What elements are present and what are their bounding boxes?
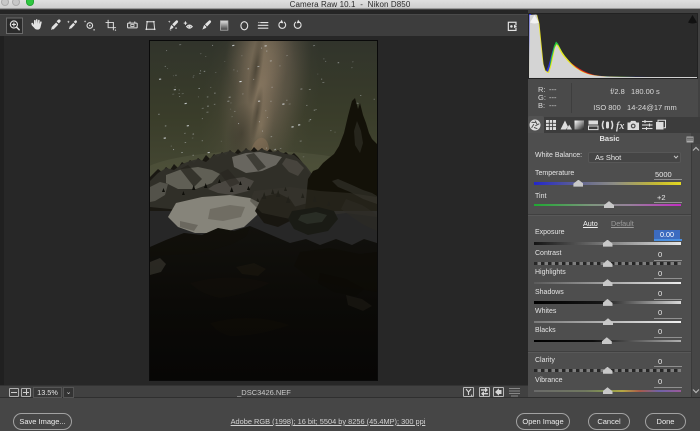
svg-text:fx: fx bbox=[616, 121, 624, 132]
